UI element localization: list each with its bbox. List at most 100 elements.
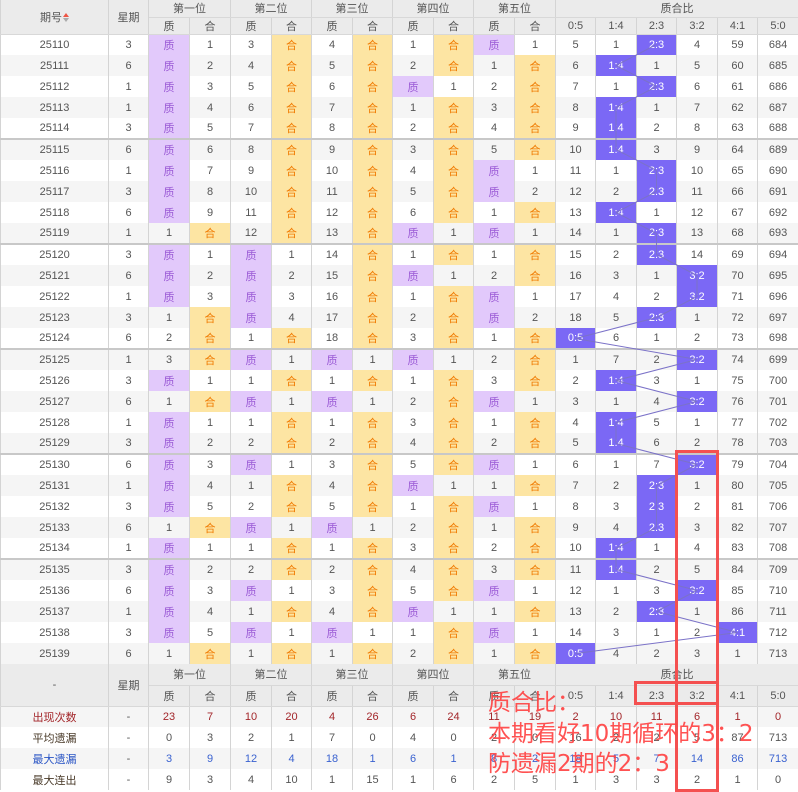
miss-count-cell: 2 xyxy=(312,433,353,454)
stat-value: 0 xyxy=(434,727,474,748)
period-cell: 25131 xyxy=(1,475,109,496)
position-header-3: 第三位 xyxy=(312,0,393,17)
ratio-miss-cell: 684 xyxy=(758,34,798,55)
ratio-subheader-0: 0:5 xyxy=(556,17,596,34)
ratio-miss-cell: 1 xyxy=(718,643,758,664)
miss-count-cell: 1 xyxy=(515,580,556,601)
week-cell: 6 xyxy=(109,202,149,223)
ratio-hit-cell: 1:4 xyxy=(596,559,637,580)
stat-value: 2 xyxy=(474,727,515,748)
position-5-he-mark: 合 xyxy=(515,244,556,265)
miss-count-cell: 9 xyxy=(190,202,231,223)
position-4-zhi-mark: 质 xyxy=(393,76,434,97)
miss-count-cell: 3 xyxy=(272,286,312,307)
position-4-zhi-mark: 质 xyxy=(393,349,434,370)
table-row: 251216质2质215合质12合16313:270695 xyxy=(1,265,798,286)
stat-value: 6 xyxy=(393,706,434,727)
miss-count-cell: 1 xyxy=(272,580,312,601)
position-3-he-mark: 合 xyxy=(353,97,393,118)
miss-count-cell: 1 xyxy=(515,454,556,475)
period-cell: 25114 xyxy=(1,118,109,139)
period-cell: 25119 xyxy=(1,223,109,244)
position-header-5: 第五位 xyxy=(474,0,556,17)
period-cell: 25112 xyxy=(1,76,109,97)
footer-dash-header-label: - xyxy=(53,679,57,691)
ratio-header: 质合比 xyxy=(556,0,798,17)
ratio-miss-cell: 3 xyxy=(596,265,637,286)
period-header[interactable]: 期号 xyxy=(1,0,109,34)
ratio-miss-cell: 3 xyxy=(637,580,677,601)
table-row: 251281质11合1合3合1合41:45177702 xyxy=(1,412,798,433)
position-1-zhi-mark: 质 xyxy=(149,538,190,559)
subheader-zhi: 质 xyxy=(231,17,272,34)
stat-label: 最大遗漏 xyxy=(1,748,109,769)
miss-count-cell: 2 xyxy=(190,265,231,286)
week-cell: 1 xyxy=(109,97,149,118)
stat-value: 0 xyxy=(758,706,798,727)
miss-count-cell: 2 xyxy=(393,307,434,328)
position-2-zhi-mark: 质 xyxy=(231,517,272,538)
miss-count-cell: 4 xyxy=(393,160,434,181)
table-row: 2512513合质1质1质12合1723:274699 xyxy=(1,349,798,370)
period-cell: 25125 xyxy=(1,349,109,370)
ratio-miss-cell: 8 xyxy=(556,496,596,517)
position-1-zhi-mark: 质 xyxy=(149,496,190,517)
ratio-miss-cell: 67 xyxy=(718,202,758,223)
period-cell: 25132 xyxy=(1,496,109,517)
position-1-he-mark: 合 xyxy=(190,643,231,664)
ratio-miss-cell: 697 xyxy=(758,307,798,328)
position-3-he-mark: 合 xyxy=(353,55,393,76)
ratio-hit-cell: 0:5 xyxy=(556,643,596,664)
ratio-miss-cell: 16 xyxy=(556,265,596,286)
miss-count-cell: 5 xyxy=(312,55,353,76)
position-5-zhi-mark: 质 xyxy=(474,34,515,55)
miss-count-cell: 3 xyxy=(393,139,434,160)
ratio-miss-cell: 8 xyxy=(556,97,596,118)
stat-value: 3 xyxy=(190,769,231,790)
miss-count-cell: 1 xyxy=(272,517,312,538)
ratio-miss-cell: 12 xyxy=(556,181,596,202)
miss-count-cell: 4 xyxy=(190,601,231,622)
miss-count-cell: 1 xyxy=(312,370,353,391)
stat-value: 0 xyxy=(149,727,190,748)
miss-count-cell: 2 xyxy=(149,328,190,349)
miss-count-cell: 7 xyxy=(231,118,272,139)
miss-count-cell: 9 xyxy=(231,160,272,181)
table-row: 251371质41合4合质11合1322:3186711 xyxy=(1,601,798,622)
ratio-miss-cell: 84 xyxy=(718,559,758,580)
stat-value: 2 xyxy=(556,706,596,727)
stat-value: 5 xyxy=(677,727,718,748)
position-2-zhi-mark: 质 xyxy=(231,244,272,265)
stat-value: 8 xyxy=(474,748,515,769)
ratio-hit-cell: 1:4 xyxy=(596,370,637,391)
table-row: 251116质24合5合2合1合61:41560685 xyxy=(1,55,798,76)
table-header: 期号星期第一位第二位第三位第四位第五位质合比质合质合质合质合质合0:51:42:… xyxy=(1,0,798,34)
stat-value: 87 xyxy=(718,727,758,748)
position-4-he-mark: 合 xyxy=(434,643,474,664)
ratio-miss-cell: 83 xyxy=(718,538,758,559)
position-3-he-mark: 合 xyxy=(353,181,393,202)
miss-count-cell: 1 xyxy=(393,34,434,55)
stat-value: 2 xyxy=(596,727,637,748)
position-2-he-mark: 合 xyxy=(272,118,312,139)
miss-count-cell: 4 xyxy=(312,34,353,55)
position-5-he-mark: 合 xyxy=(515,475,556,496)
sort-icon[interactable] xyxy=(63,13,69,22)
position-2-he-mark: 合 xyxy=(272,643,312,664)
position-3-zhi-mark: 质 xyxy=(312,349,353,370)
table-row: 251131质46合7合1合3合81:41762687 xyxy=(1,97,798,118)
miss-count-cell: 1 xyxy=(272,391,312,412)
table-row: 251306质3质13合5合质16173:279704 xyxy=(1,454,798,475)
miss-count-cell: 1 xyxy=(474,328,515,349)
period-cell: 25126 xyxy=(1,370,109,391)
ratio-miss-cell: 694 xyxy=(758,244,798,265)
ratio-miss-cell: 81 xyxy=(718,496,758,517)
position-header-2: 第二位 xyxy=(231,664,312,685)
position-5-he-mark: 合 xyxy=(515,97,556,118)
week-cell: 1 xyxy=(109,76,149,97)
miss-count-cell: 9 xyxy=(312,139,353,160)
position-2-he-mark: 合 xyxy=(272,181,312,202)
position-2-he-mark: 合 xyxy=(272,139,312,160)
ratio-miss-cell: 11 xyxy=(556,559,596,580)
footer-dash-header: - xyxy=(1,664,109,706)
